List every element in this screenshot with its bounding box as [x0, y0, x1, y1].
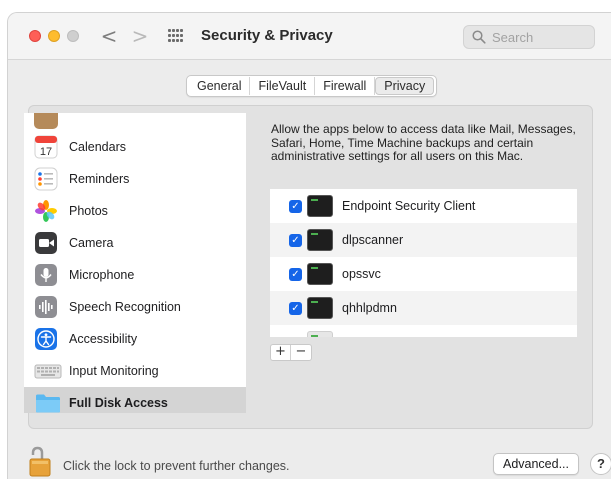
terminal-app-icon [307, 297, 333, 319]
sidebar-item-label: Speech Recognition [69, 300, 181, 314]
microphone-icon [35, 264, 57, 286]
tab-firewall[interactable]: Firewall [315, 77, 376, 95]
advanced-button[interactable]: Advanced... [493, 453, 579, 475]
partial-app-icon [307, 331, 333, 337]
photos-icon [35, 200, 57, 222]
sidebar-item-camera[interactable]: Camera [24, 227, 246, 259]
title-bar: < > Security & Privacy [8, 13, 611, 60]
list-item [270, 325, 577, 337]
app-checkbox[interactable]: ✓ [289, 234, 302, 247]
sidebar-item-photos[interactable]: Photos [24, 195, 246, 227]
sidebar-item-label: Reminders [69, 172, 130, 186]
app-checkbox[interactable]: ✓ [289, 302, 302, 315]
close-button[interactable] [29, 30, 41, 42]
sidebar-item-accessibility[interactable]: Accessibility [24, 323, 246, 355]
camera-icon [35, 232, 57, 254]
terminal-app-icon [307, 263, 333, 285]
app-checkbox[interactable]: ✓ [289, 268, 302, 281]
sidebar-item-label: Microphone [69, 268, 135, 282]
sidebar-item-input-monitoring[interactable]: Input Monitoring [24, 355, 246, 387]
sidebar-item-speech-recognition[interactable]: Speech Recognition [24, 291, 246, 323]
keyboard-icon [34, 364, 62, 379]
app-list[interactable]: ✓ Endpoint Security Client ✓ dlpscanner … [270, 189, 577, 337]
forward-button[interactable]: > [129, 24, 151, 48]
list-item[interactable]: ✓ qhhlpdmn [270, 291, 577, 325]
sidebar-item-label: Full Disk Access [69, 396, 168, 410]
terminal-app-icon [307, 195, 333, 217]
help-button[interactable]: ? [590, 453, 611, 475]
minimize-button[interactable] [48, 30, 60, 42]
speech-recognition-icon [35, 296, 57, 318]
back-button[interactable]: < [98, 24, 120, 48]
tab-bar: General FileVault Firewall Privacy [186, 75, 438, 97]
calendar-icon: 17 [34, 135, 58, 159]
search-field[interactable] [463, 25, 595, 49]
lock-status-text: Click the lock to prevent further change… [63, 459, 290, 473]
tab-privacy[interactable]: Privacy [375, 77, 435, 95]
security-privacy-window: < > Security & Privacy General FileVault… [7, 12, 611, 479]
tab-filevault[interactable]: FileVault [250, 77, 316, 95]
show-all-grid-icon[interactable] [168, 29, 184, 43]
privacy-category-list[interactable]: 17 Calendars Reminders Photos Camera Mic… [24, 113, 246, 413]
sidebar-item-microphone[interactable]: Microphone [24, 259, 246, 291]
list-item[interactable]: ✓ opssvc [270, 257, 577, 291]
privacy-description: Allow the apps below to access data like… [271, 122, 576, 163]
sidebar-item-label: Photos [69, 204, 108, 218]
zoom-button[interactable] [67, 30, 79, 42]
list-item[interactable]: ✓ dlpscanner [270, 223, 577, 257]
add-app-button[interactable]: + [271, 345, 291, 360]
sidebar-item-contacts[interactable] [24, 113, 246, 131]
sidebar-item-reminders[interactable]: Reminders [24, 163, 246, 195]
folder-icon [36, 394, 60, 413]
contacts-icon [34, 113, 58, 129]
app-name: Endpoint Security Client [342, 199, 476, 213]
sidebar-item-full-disk-access[interactable]: Full Disk Access [24, 387, 246, 413]
search-icon [472, 30, 486, 44]
sidebar-item-calendars[interactable]: 17 Calendars [24, 131, 246, 163]
remove-app-button[interactable]: − [291, 345, 311, 360]
sidebar-item-label: Camera [69, 236, 114, 250]
sidebar-item-label: Calendars [69, 140, 126, 154]
list-item[interactable]: ✓ Endpoint Security Client [270, 189, 577, 223]
reminders-icon [34, 167, 58, 191]
app-name: qhhlpdmn [342, 301, 397, 315]
add-remove-control: + − [270, 344, 312, 361]
app-name: opssvc [342, 267, 381, 281]
search-input[interactable] [492, 29, 587, 45]
window-title: Security & Privacy [201, 27, 333, 44]
accessibility-icon [35, 328, 57, 350]
app-name: dlpscanner [342, 233, 404, 247]
tab-general[interactable]: General [189, 77, 251, 95]
svg-text:17: 17 [40, 146, 52, 158]
sidebar-item-label: Input Monitoring [69, 364, 159, 378]
sidebar-item-label: Accessibility [69, 332, 138, 346]
terminal-app-icon [307, 229, 333, 251]
unlocked-lock-icon[interactable] [28, 446, 54, 478]
app-checkbox[interactable]: ✓ [289, 200, 302, 213]
